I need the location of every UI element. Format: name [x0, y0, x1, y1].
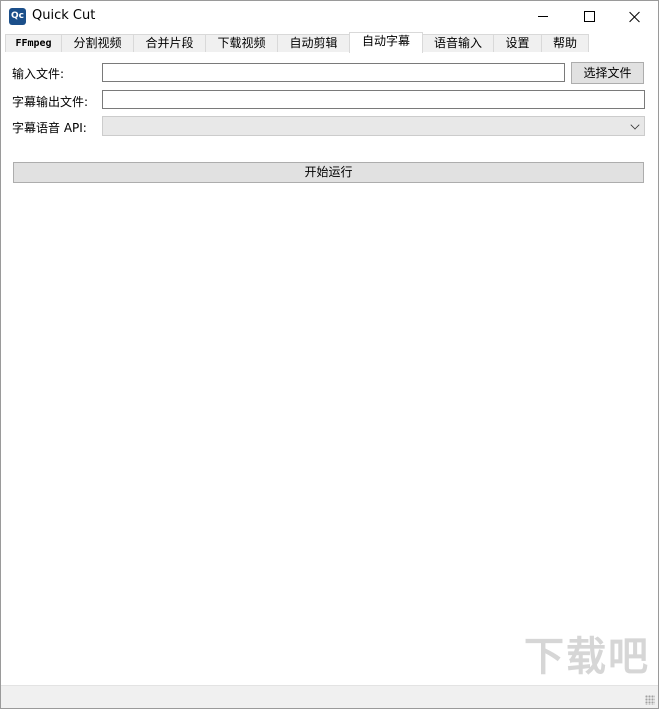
maximize-icon	[583, 11, 595, 22]
close-button[interactable]	[612, 1, 658, 32]
minimize-icon	[538, 16, 548, 17]
minimize-button[interactable]	[520, 1, 566, 32]
title-bar: Qc Quick Cut	[1, 1, 658, 32]
chevron-down-icon	[630, 120, 640, 130]
api-select[interactable]	[102, 116, 645, 136]
tab-bar: FFmpeg 分割视频 合并片段 下载视频 自动剪辑 自动字幕 语音输入 设置 …	[1, 32, 658, 53]
output-file-label: 字幕输出文件:	[12, 95, 89, 109]
tab-help[interactable]: 帮助	[541, 34, 589, 52]
output-file-field[interactable]	[102, 90, 645, 109]
tab-settings[interactable]: 设置	[493, 34, 542, 52]
input-file-field[interactable]	[102, 63, 565, 82]
watermark-logo: 下载吧	[524, 634, 650, 680]
tab-ffmpeg[interactable]: FFmpeg	[5, 34, 62, 52]
tab-merge-clips[interactable]: 合并片段	[133, 34, 206, 52]
tab-auto-edit[interactable]: 自动剪辑	[277, 34, 350, 52]
api-label: 字幕语音 API:	[12, 121, 87, 135]
resize-grip-icon[interactable]	[645, 695, 655, 705]
tab-auto-subtitle[interactable]: 自动字幕	[349, 32, 423, 53]
maximize-button[interactable]	[566, 1, 612, 32]
tab-voice-input[interactable]: 语音输入	[422, 34, 494, 52]
choose-file-button[interactable]: 选择文件	[571, 62, 644, 84]
tab-download-video[interactable]: 下载视频	[205, 34, 278, 52]
run-button[interactable]: 开始运行	[13, 162, 644, 183]
status-bar	[1, 685, 658, 708]
app-window: Qc Quick Cut FFmpeg 分割视频 合并片段 下载视频 自动剪辑 …	[0, 0, 659, 709]
app-icon: Qc	[9, 8, 26, 25]
window-title: Quick Cut	[32, 8, 96, 23]
tab-split-video[interactable]: 分割视频	[61, 34, 134, 52]
close-icon	[629, 11, 641, 23]
auto-subtitle-panel: 输入文件: 选择文件 字幕输出文件: 字幕语音 API: 开始运行 下载吧	[1, 52, 658, 686]
input-file-label: 输入文件:	[12, 67, 65, 81]
